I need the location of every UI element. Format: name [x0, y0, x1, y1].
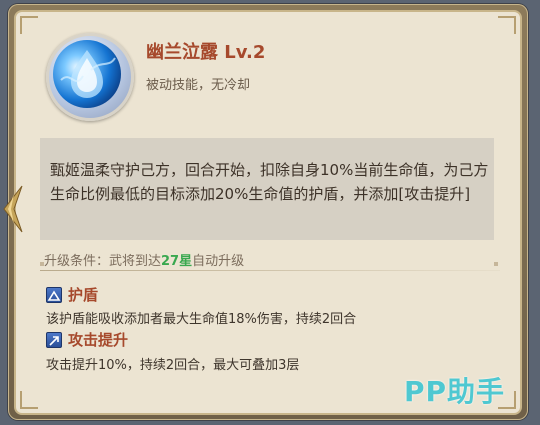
divider-marker: [494, 262, 498, 266]
corner-ornament: [20, 16, 38, 34]
collapse-arrow-icon[interactable]: [0, 184, 24, 234]
watermark: PP助手: [404, 375, 506, 408]
effect-description-attack-up: 攻击提升10%，持续2回合，最大可叠加3层: [46, 358, 300, 373]
effect-title-attack-up: 攻击提升: [68, 331, 129, 349]
skill-description: 甄姬温柔守护己方，回合开始，扣除自身10%当前生命值，为己方生命比例最低的目标添…: [50, 161, 489, 203]
corner-ornament: [20, 391, 38, 409]
divider: [40, 270, 500, 271]
effect-description-shield: 该护盾能吸收添加者最大生命值18%伤害，持续2回合: [46, 312, 357, 327]
skill-description-box: 甄姬温柔守护己方，回合开始，扣除自身10%当前生命值，为己方生命比例最低的目标添…: [40, 138, 494, 240]
upgrade-suffix: 自动升级: [192, 254, 245, 269]
attack-up-buff-icon: [46, 332, 62, 348]
effect-title-shield: 护盾: [68, 286, 99, 304]
water-droplet-icon: [53, 40, 121, 108]
shield-buff-icon: [46, 287, 62, 303]
upgrade-stars: 27星: [161, 254, 193, 269]
upgrade-condition: 升级条件：武将到达27星自动升级: [44, 250, 490, 269]
skill-type: 被动技能，无冷却: [146, 78, 251, 93]
skill-name: 幽兰泣露 Lv.2: [146, 42, 266, 63]
upgrade-prefix: 升级条件：武将到达: [44, 254, 162, 269]
divider-marker: [40, 262, 44, 266]
corner-ornament: [498, 16, 516, 34]
